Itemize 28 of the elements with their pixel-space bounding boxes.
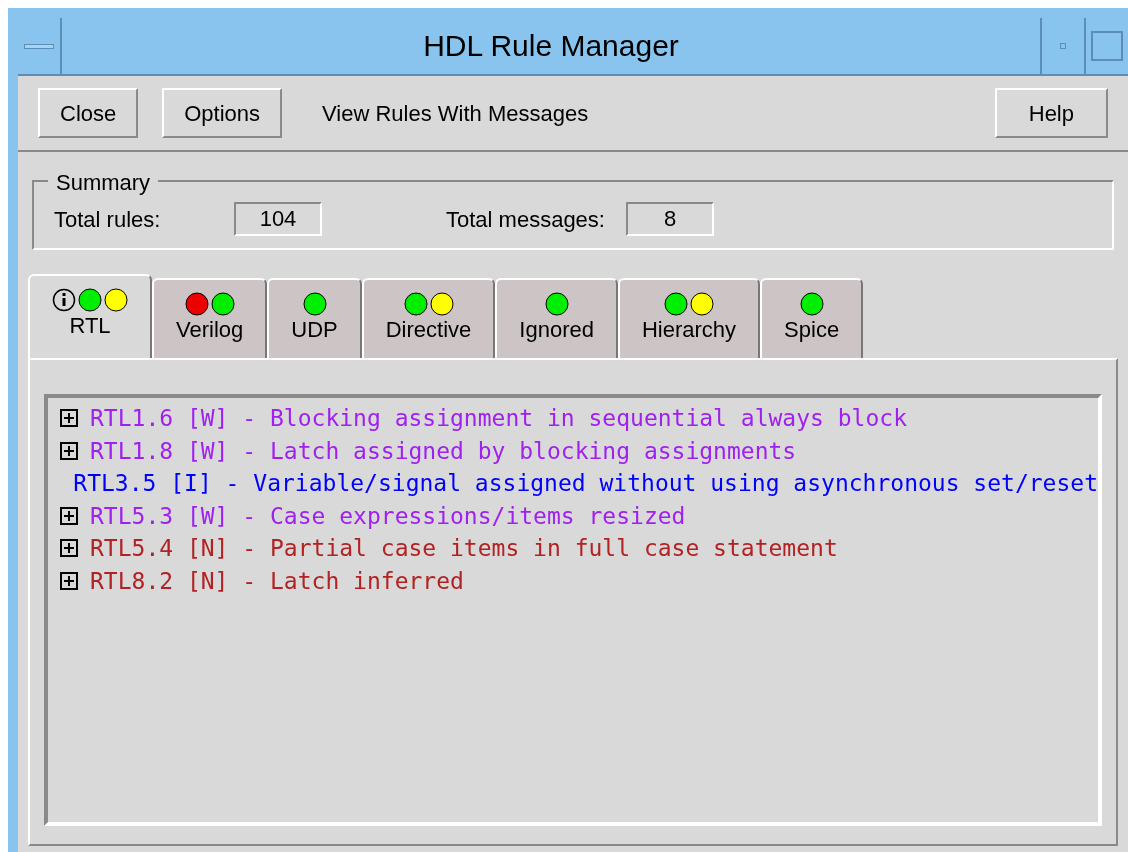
tab[interactable]: Hierarchy	[617, 278, 761, 358]
view-label: View Rules With Messages	[322, 99, 589, 128]
tab[interactable]: UDP	[267, 278, 362, 358]
expand-icon[interactable]	[60, 571, 78, 590]
summary-value: 8	[626, 202, 714, 236]
summary-label: Total rules:	[54, 205, 162, 234]
tab[interactable]: Directive	[361, 278, 496, 358]
expand-icon[interactable]	[60, 539, 78, 558]
rule-item[interactable]: RTL3.5 [I] - Variable/signal assigned without using asynchronous set/reset	[73, 466, 1098, 501]
rule-item[interactable]: RTL8.2 [N] - Latch inferred	[90, 563, 464, 598]
tab[interactable]: Verilog	[152, 278, 268, 358]
tab[interactable]: RTL	[28, 274, 152, 358]
rule-item[interactable]: RTL1.8 [W] - Latch assigned by blocking assignments	[90, 433, 797, 468]
rule-item[interactable]: RTL5.4 [N] - Partial case items in full case statement	[90, 531, 838, 566]
rule-item[interactable]: RTL1.6 [W] - Blocking assignment in sequential always block	[90, 401, 907, 436]
expand-icon[interactable]	[60, 506, 78, 525]
expand-icon[interactable]	[60, 441, 78, 460]
summary-value: 104	[234, 202, 322, 236]
rule-item[interactable]: RTL5.3 [W] - Case expressions/items resized	[90, 498, 686, 533]
expand-icon[interactable]	[60, 409, 78, 428]
summary-label: Total messages:	[446, 205, 606, 234]
help-button[interactable]: Help	[994, 88, 1108, 138]
info-icon	[52, 288, 76, 312]
toolbar-button[interactable]: Options	[162, 88, 283, 138]
tab[interactable]: Ignored	[495, 278, 618, 358]
window-title: HDL Rule Manager	[422, 28, 680, 64]
toolbar-button[interactable]: Close	[38, 88, 139, 138]
tab[interactable]: Spice	[760, 278, 864, 358]
